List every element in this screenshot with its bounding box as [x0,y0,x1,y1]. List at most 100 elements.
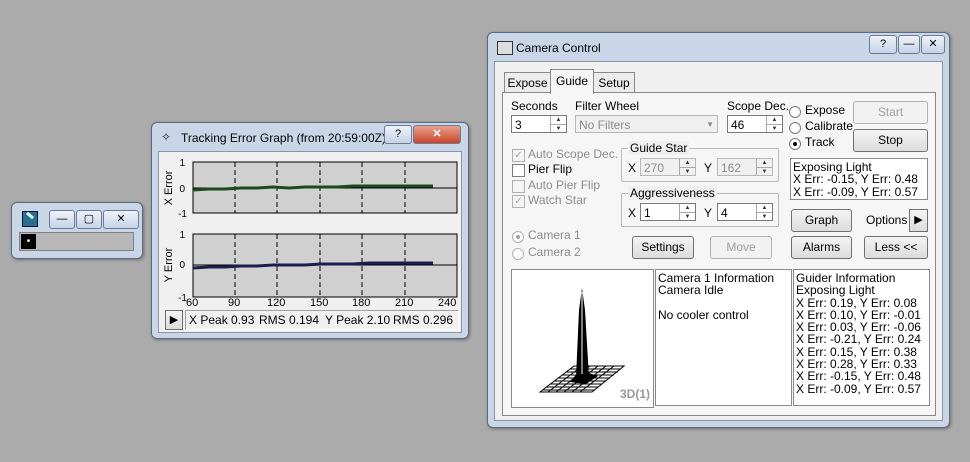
tracking-graph-window: ✧ Tracking Error Graph (from 20:59:00Z) … [151,122,469,339]
close-button[interactable]: ✕ [921,35,945,54]
status-line: X Err: -0.15, Y Err: 0.48 [793,172,918,187]
options-arrow-button[interactable]: ▶ [909,209,928,232]
guide-x-stepper[interactable]: 270 ▲ ▼ [640,158,696,176]
settings-button[interactable]: Settings [632,236,694,259]
x-peak: X Peak 0.93 [189,313,255,327]
x-axis-tick-1: 1 [179,158,185,169]
guide-y-stepper[interactable]: 162 ▲ ▼ [717,158,773,176]
radio-camera-2[interactable] [512,248,524,260]
guider-info-line: X Err: -0.09, Y Err: 0.57 [796,381,921,396]
radio-expose[interactable] [789,106,801,118]
y-rms: RMS 0.296 [393,313,454,327]
tracking-title: Tracking Error Graph (from 20:59:00Z) [181,131,386,145]
x-rms: RMS 0.194 [259,313,320,327]
guide-y-label: Y [704,161,713,175]
scope-dec-stepper[interactable]: 46 ▲ ▼ [727,115,783,133]
time-tick: 240 [438,297,457,309]
radio-track[interactable] [789,138,801,150]
aggr-y-label: Y [704,206,713,220]
guide-panel: Seconds 3 ▲ ▼ Filter Wheel No Filters ▼ S… [502,92,936,416]
pier-flip-label: Pier Flip [528,162,573,176]
auto-pier-flip-checkbox[interactable] [512,180,525,193]
camera-1-label: Camera 1 [528,228,581,242]
tab-guide[interactable]: Guide [550,69,594,94]
minimize-button[interactable]: — [898,35,920,54]
seconds-label: Seconds [511,99,558,113]
status-bar: • [19,232,134,251]
x-axis-tick-0: 0 [179,184,185,195]
camera-info-box: Camera 1 Information Camera Idle No cool… [655,269,792,406]
status-line: X Err: -0.09, Y Err: 0.57 [793,184,918,199]
tracking-titlebar[interactable]: ✧ Tracking Error Graph (from 20:59:00Z) … [152,123,468,151]
guide-star-group: Guide Star X 270 ▲ ▼ Y 162 ▲ ▼ [621,141,779,182]
guider-info-line: X Err: -0.21, Y Err: 0.24 [796,332,921,347]
watch-star-checkbox[interactable]: ✓ [512,195,525,208]
aggr-x-label: X [628,206,637,220]
star-3d-view: 3D(1) [511,269,654,408]
play-button[interactable]: ▶ [165,310,183,330]
help-button[interactable]: ? [869,35,897,54]
tab-expose[interactable]: Expose [504,72,551,93]
graph-button[interactable]: Graph [791,209,852,232]
time-tick: 60 [186,297,199,309]
filter-wheel-label: Filter Wheel [575,99,640,113]
aggressiveness-label: Aggressiveness [628,186,717,200]
move-button[interactable]: Move [710,236,772,259]
auto-scope-dec-checkbox[interactable]: ✓ [512,149,525,162]
radio-camera-1[interactable] [512,231,524,243]
help-button[interactable]: ? [384,125,412,144]
seconds-stepper[interactable]: 3 ▲ ▼ [511,115,567,133]
satellite-icon: ✧ [161,130,172,144]
radio-calibrate-label: Calibrate [805,119,854,133]
aggr-x-stepper[interactable]: 1 ▲ ▼ [640,203,696,221]
scope-dec-spin[interactable]: ▲ ▼ [766,116,782,132]
alarms-button[interactable]: Alarms [791,236,852,259]
time-tick: 210 [395,297,414,309]
y-axis-tick-1: 1 [179,230,185,241]
status-box: Exposing Light X Err: -0.15, Y Err: 0.48… [790,158,928,200]
options-label: Options [866,213,908,227]
radio-track-label: Track [805,135,835,149]
mini-window: — ▢ ✕ • [11,202,143,259]
pier-flip-checkbox[interactable] [512,164,525,177]
time-tick: 150 [310,297,329,309]
maximize-button[interactable]: ▢ [76,210,102,229]
camera-title: Camera Control [516,41,601,55]
x-axis-tick-m1: -1 [178,209,187,220]
tracking-client: 1 0 -1 1 0 -1 X Error Y Error 60 90 120 … [158,151,462,333]
radio-calibrate[interactable] [789,122,801,134]
view-3d-label: 3D(1) [620,387,651,401]
aggressiveness-group: Aggressiveness X 1 ▲ ▼ Y 4 ▲ ▼ [621,186,779,227]
start-button[interactable]: Start [853,101,928,124]
less-button[interactable]: Less << [864,236,928,259]
guide-x-label: X [628,161,637,175]
close-button[interactable]: ✕ [413,125,461,144]
camera-control-window: Camera Control ? — ✕ Expose Guide Setup … [487,32,950,428]
tab-setup[interactable]: Setup [593,72,635,93]
guide-star-label: Guide Star [628,141,690,155]
stop-button[interactable]: Stop [853,129,928,152]
minimize-button[interactable]: — [49,210,75,229]
camera-2-label: Camera 2 [528,245,581,259]
stats-bar: X Peak 0.93 RMS 0.194 Y Peak 2.10 RMS 0.… [185,310,459,330]
close-button[interactable]: ✕ [103,210,139,229]
seconds-spin[interactable]: ▲ ▼ [550,116,566,132]
filter-wheel-select[interactable]: No Filters ▼ [575,115,718,133]
y-error-label: Y Error [163,247,175,282]
camera-icon [497,41,513,55]
radio-expose-label: Expose [805,103,846,117]
camera-titlebar[interactable]: Camera Control ? — ✕ [488,33,949,61]
scope-dec-label: Scope Dec. [727,99,790,113]
auto-pier-flip-label: Auto Pier Flip [528,178,601,192]
y-peak: Y Peak 2.10 [325,313,391,327]
auto-scope-dec-label: Auto Scope Dec. [528,147,619,161]
camera-info-line: Camera Idle [658,283,724,298]
watch-star-label: Watch Star [528,193,587,207]
guider-info-box: Guider Information Exposing Light X Err:… [793,269,930,406]
camera-client: Expose Guide Setup Seconds 3 ▲ ▼ Filter W… [494,61,943,421]
status-indicator: • [21,234,36,249]
chevron-down-icon: ▼ [706,120,714,129]
app-icon [22,211,38,227]
y-axis-tick-0: 0 [179,260,185,271]
aggr-y-stepper[interactable]: 4 ▲ ▼ [717,203,773,221]
